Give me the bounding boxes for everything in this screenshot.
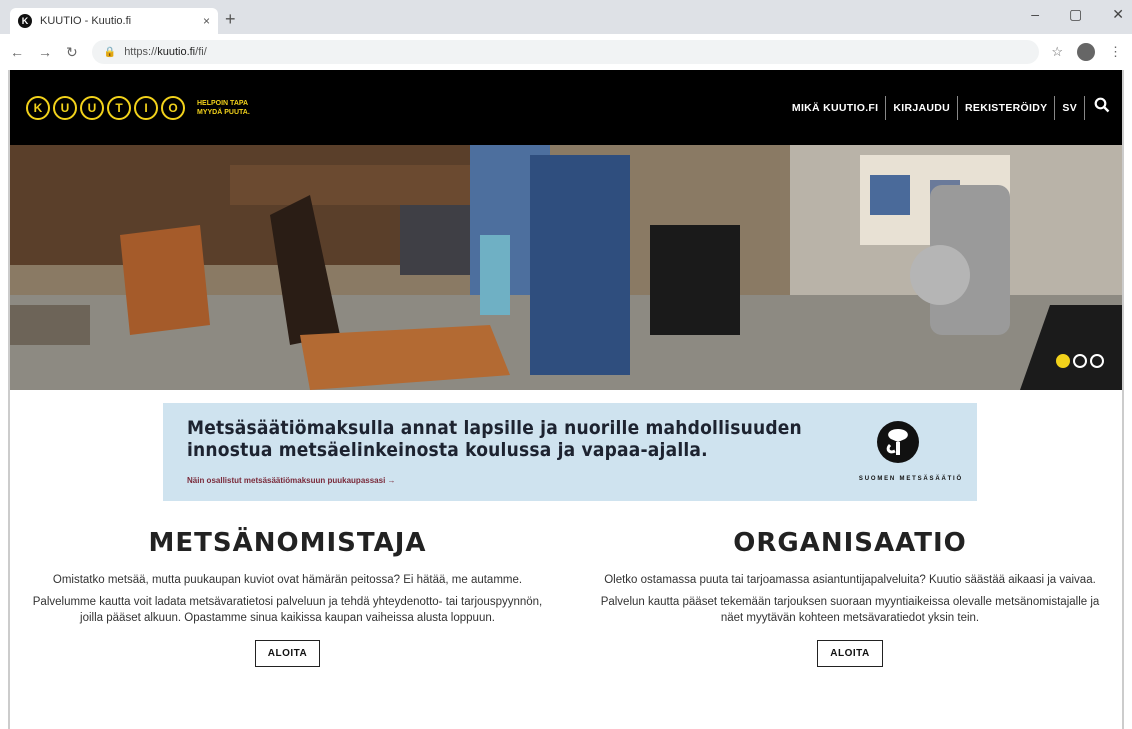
- kuutio-logo[interactable]: K U U T I O HELPOIN TAPA MYYDÄ PUUTA.: [26, 95, 250, 120]
- metsasaatio-banner[interactable]: Metsäsäätiömaksulla annat lapsille ja nu…: [163, 403, 977, 501]
- favicon-icon: K: [18, 14, 32, 28]
- nav-item-kirjaudu[interactable]: KIRJAUDU: [886, 102, 957, 114]
- tab-close-icon[interactable]: ×: [203, 14, 210, 28]
- metsanomistaja-start-button[interactable]: ALOITA: [254, 640, 321, 667]
- nav-item-rekisteroidy[interactable]: REKISTERÖIDY: [958, 102, 1054, 114]
- logo-letter: U: [80, 95, 104, 120]
- lock-icon: 🔒: [103, 46, 117, 58]
- carousel-dot-1[interactable]: [1056, 354, 1070, 368]
- bookmark-star-icon[interactable]: ☆: [1051, 44, 1063, 60]
- search-icon[interactable]: [1085, 97, 1114, 118]
- organisaatio-start-button[interactable]: ALOITA: [817, 640, 883, 667]
- organisaatio-title: ORGANISAATIO: [733, 528, 967, 558]
- url-host: kuutio.fi: [157, 46, 196, 58]
- maximize-button[interactable]: ▢: [1069, 6, 1082, 23]
- metsanomistaja-title: METSÄNOMISTAJA: [148, 528, 427, 558]
- profile-avatar[interactable]: [1077, 43, 1095, 61]
- reload-icon[interactable]: ↻: [66, 44, 78, 61]
- browser-chrome: K KUUTIO - Kuutio.fi × + – ▢ ✕ ← → ↻ 🔒 h…: [0, 0, 1132, 70]
- forward-icon[interactable]: →: [38, 44, 52, 61]
- tagline-line-1: HELPOIN TAPA: [197, 99, 249, 107]
- carousel-dot-2[interactable]: [1073, 354, 1087, 368]
- window-controls: – ▢ ✕: [1031, 6, 1124, 23]
- logo-rings: K U U T I O: [26, 95, 185, 120]
- hero-carousel[interactable]: [10, 145, 1122, 390]
- url-prefix: https://: [124, 46, 158, 58]
- hero-image: [10, 145, 1122, 390]
- carousel-dots: [1056, 354, 1104, 368]
- new-tab-button[interactable]: +: [225, 9, 236, 30]
- organisaatio-section: ORGANISAATIO Oletko ostamassa puuta tai …: [595, 528, 1105, 667]
- page-frame-right: [1122, 70, 1124, 729]
- address-bar[interactable]: 🔒 https:// kuutio.fi /fi/: [91, 40, 1040, 64]
- metsanomistaja-section: METSÄNOMISTAJA Omistatko metsää, mutta p…: [20, 528, 555, 667]
- toolbar-right: ☆ ⋮: [1051, 43, 1122, 61]
- carousel-dot-3[interactable]: [1090, 354, 1104, 368]
- address-toolbar: ← → ↻ 🔒 https:// kuutio.fi /fi/ ☆ ⋮: [0, 34, 1132, 70]
- metsanomistaja-description: Palvelumme kautta voit ladata metsävarat…: [32, 596, 543, 624]
- logo-tagline: HELPOIN TAPA MYYDÄ PUUTA.: [197, 99, 250, 117]
- menu-icon[interactable]: ⋮: [1109, 44, 1122, 60]
- tab-bar: K KUUTIO - Kuutio.fi × + – ▢ ✕: [0, 0, 1132, 34]
- tagline-line-2: MYYDÄ PUUTA.: [197, 108, 250, 116]
- site-header: K U U T I O HELPOIN TAPA MYYDÄ PUUTA. MI…: [10, 70, 1122, 145]
- metsasaatio-logo-icon: [877, 421, 919, 463]
- back-icon[interactable]: ←: [10, 44, 24, 61]
- logo-letter: U: [53, 95, 77, 120]
- banner-headline: Metsäsäätiömaksulla annat lapsille ja nu…: [187, 417, 802, 461]
- logo-letter: I: [134, 95, 158, 120]
- banner-link[interactable]: Näin osallistut metsäsäätiömaksuun puuka…: [187, 476, 396, 485]
- tab-title: KUUTIO - Kuutio.fi: [40, 15, 132, 27]
- nav-item-language-sv[interactable]: SV: [1055, 102, 1084, 114]
- nav-buttons: ← → ↻: [10, 44, 78, 61]
- url-path: /fi/: [195, 46, 207, 58]
- metsanomistaja-intro: Omistatko metsää, mutta puukaupan kuviot…: [52, 574, 523, 586]
- minimize-button[interactable]: –: [1031, 6, 1039, 23]
- organisaatio-description: Palvelun kautta pääset tekemään tarjouks…: [600, 596, 1100, 624]
- logo-letter: K: [26, 95, 50, 120]
- organisaatio-intro: Oletko ostamassa puuta tai tarjoamassa a…: [604, 574, 1096, 586]
- banner-org-name: SUOMEN METSÄSÄÄTIÖ: [858, 476, 963, 482]
- banner-line-2: innostua metsäelinkeinosta koulussa ja v…: [187, 439, 708, 461]
- browser-tab[interactable]: K KUUTIO - Kuutio.fi ×: [10, 8, 218, 34]
- nav-item-mika-kuutio[interactable]: MIKÄ KUUTIO.FI: [785, 102, 885, 114]
- logo-letter: O: [161, 95, 185, 120]
- logo-letter: T: [107, 95, 131, 120]
- close-window-button[interactable]: ✕: [1112, 6, 1124, 23]
- main-nav: MIKÄ KUUTIO.FI KIRJAUDU REKISTERÖIDY SV: [785, 95, 1114, 120]
- banner-line-1: Metsäsäätiömaksulla annat lapsille ja nu…: [187, 417, 802, 439]
